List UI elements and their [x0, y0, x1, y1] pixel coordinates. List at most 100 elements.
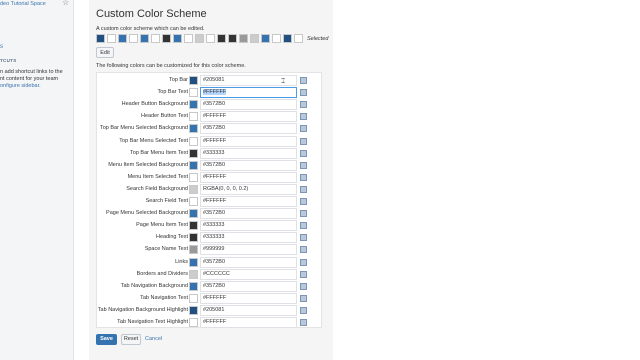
color-picker-icon[interactable] — [300, 282, 307, 290]
color-row: Tab Navigation Background #3572B0 — [97, 280, 323, 293]
color-picker-icon[interactable] — [300, 270, 307, 278]
color-value-input[interactable]: #FFFFFF — [200, 87, 297, 99]
color-picker-icon[interactable] — [300, 319, 307, 326]
color-swatch[interactable] — [189, 209, 198, 219]
color-value-input[interactable]: #3572B0 — [200, 99, 297, 111]
color-picker-icon[interactable] — [300, 89, 307, 97]
color-value-input[interactable]: #FFFFFF — [200, 292, 297, 304]
text-cursor-icon: ⌶ — [281, 78, 286, 85]
color-picker-icon[interactable] — [300, 258, 307, 266]
sidebar-nav-dot[interactable]: s — [0, 44, 3, 51]
scheme-swatch-strip[interactable]: Selected — [96, 34, 328, 43]
color-picker-icon[interactable] — [300, 234, 307, 242]
color-picker-icon[interactable] — [300, 306, 307, 314]
color-picker-icon[interactable] — [300, 210, 307, 218]
color-swatch[interactable] — [189, 100, 198, 110]
scheme-swatch — [107, 34, 116, 43]
scheme-swatch — [250, 34, 259, 43]
color-swatch[interactable] — [189, 221, 198, 231]
color-row-label: Top Bar Text — [157, 89, 188, 96]
color-picker-icon[interactable] — [300, 149, 307, 157]
color-swatch[interactable] — [189, 245, 198, 255]
color-swatch[interactable] — [189, 233, 198, 243]
color-value-input[interactable]: #333333 — [200, 232, 297, 244]
color-row: Top Bar Menu Selected Background #3572B0 — [97, 123, 323, 135]
color-value-input[interactable]: #3572B0 — [200, 280, 297, 292]
color-swatch[interactable] — [189, 318, 198, 327]
color-value-input[interactable]: #3572B0 — [200, 123, 297, 135]
color-swatch[interactable] — [189, 112, 198, 122]
color-swatch[interactable] — [189, 88, 198, 98]
color-settings-table: Top Bar #205081 ⌶ Top Bar Text #FFFFFF Header… — [96, 72, 322, 328]
color-row-label: Top Bar — [169, 77, 188, 83]
scheme-swatch — [129, 34, 138, 43]
color-value-input[interactable]: #FFFFFF — [200, 111, 297, 123]
color-picker-icon[interactable] — [300, 77, 307, 84]
color-row-label: Tab Navigation Text — [140, 294, 188, 301]
space-name-link[interactable]: deo Tutorial Space — [0, 1, 46, 8]
color-row-label: Borders and Dividers — [136, 270, 188, 277]
color-value-input[interactable]: #205081 — [200, 304, 297, 316]
color-value-input[interactable]: #FFFFFF — [200, 317, 297, 328]
color-swatch[interactable] — [189, 257, 198, 267]
color-row: Page Menu Item Text #333333 — [97, 220, 323, 232]
color-swatch[interactable] — [189, 160, 198, 170]
edit-button[interactable]: Edit — [96, 47, 114, 58]
color-swatch[interactable] — [189, 305, 198, 315]
color-swatch[interactable] — [189, 184, 198, 194]
color-value-input[interactable]: #333333 — [200, 147, 297, 159]
scheme-swatch — [184, 34, 193, 43]
scheme-swatch — [217, 34, 226, 43]
color-row-label: Top Bar Menu Item Text — [130, 149, 188, 156]
color-swatch[interactable] — [189, 281, 198, 291]
scheme-swatch — [195, 34, 204, 43]
color-swatch[interactable] — [189, 148, 198, 158]
color-row: Search Field Text #FFFFFF — [97, 196, 323, 208]
color-swatch[interactable] — [189, 76, 198, 85]
color-value-input[interactable]: #333333 — [200, 220, 297, 232]
color-picker-icon[interactable] — [300, 125, 307, 133]
color-picker-icon[interactable] — [300, 246, 307, 254]
color-picker-icon[interactable] — [300, 137, 307, 145]
color-row: Top Bar Text #FFFFFF — [97, 87, 323, 99]
reset-button[interactable]: Reset — [121, 334, 141, 345]
color-picker-icon[interactable] — [300, 173, 307, 181]
color-swatch[interactable] — [189, 197, 198, 206]
configure-sidebar-link[interactable]: onfigure sidebar. — [0, 83, 70, 90]
color-picker-icon[interactable] — [300, 101, 307, 109]
color-picker-icon[interactable] — [300, 161, 307, 169]
color-value-input[interactable]: #CCCCCC — [200, 268, 297, 280]
color-row-label: Tab Navigation Text Highlight — [117, 319, 188, 325]
color-value-input[interactable]: #999999 — [200, 244, 297, 256]
color-swatch[interactable] — [189, 269, 198, 279]
color-value-input[interactable]: #3572B0 — [200, 208, 297, 220]
color-picker-icon[interactable] — [300, 185, 307, 193]
custom-scheme-description: A custom color scheme which can be edite… — [96, 26, 205, 32]
color-picker-icon[interactable] — [300, 198, 307, 205]
color-row-label: Tab Navigation Background — [120, 282, 188, 289]
color-row: Header Button Background #3572B0 — [97, 99, 323, 111]
color-row-label: Space Name Text — [144, 246, 188, 253]
color-swatch[interactable] — [189, 124, 198, 134]
color-swatch[interactable] — [189, 136, 198, 146]
color-swatch[interactable] — [189, 293, 198, 303]
color-picker-icon[interactable] — [300, 222, 307, 230]
shortcuts-help-text: n add shortcut links to the nt content f… — [0, 69, 70, 90]
color-value-input[interactable]: #3572B0 — [200, 159, 297, 171]
color-picker-icon[interactable] — [300, 294, 307, 302]
selected-label: Selected — [307, 35, 329, 42]
cancel-link[interactable]: Cancel — [145, 336, 162, 342]
color-swatch[interactable] — [189, 172, 198, 182]
color-row-label: Header Button Background — [121, 101, 188, 108]
color-value-input[interactable]: #3572B0 — [200, 256, 297, 268]
page-title: Custom Color Scheme — [96, 8, 207, 20]
color-picker-icon[interactable] — [300, 113, 307, 121]
save-button[interactable]: Save — [96, 334, 117, 345]
color-value-input[interactable]: RGBA(0, 0, 0, 0.2) — [200, 183, 297, 195]
customize-description: The following colors can be customized f… — [96, 63, 246, 69]
color-row-label: Menu Item Selected Text — [127, 173, 188, 180]
star-icon[interactable]: ☆ — [62, 0, 69, 7]
color-value-input[interactable]: #FFFFFF — [200, 171, 297, 183]
color-value-input[interactable]: #FFFFFF — [200, 196, 297, 207]
color-value-input[interactable]: #FFFFFF — [200, 135, 297, 147]
